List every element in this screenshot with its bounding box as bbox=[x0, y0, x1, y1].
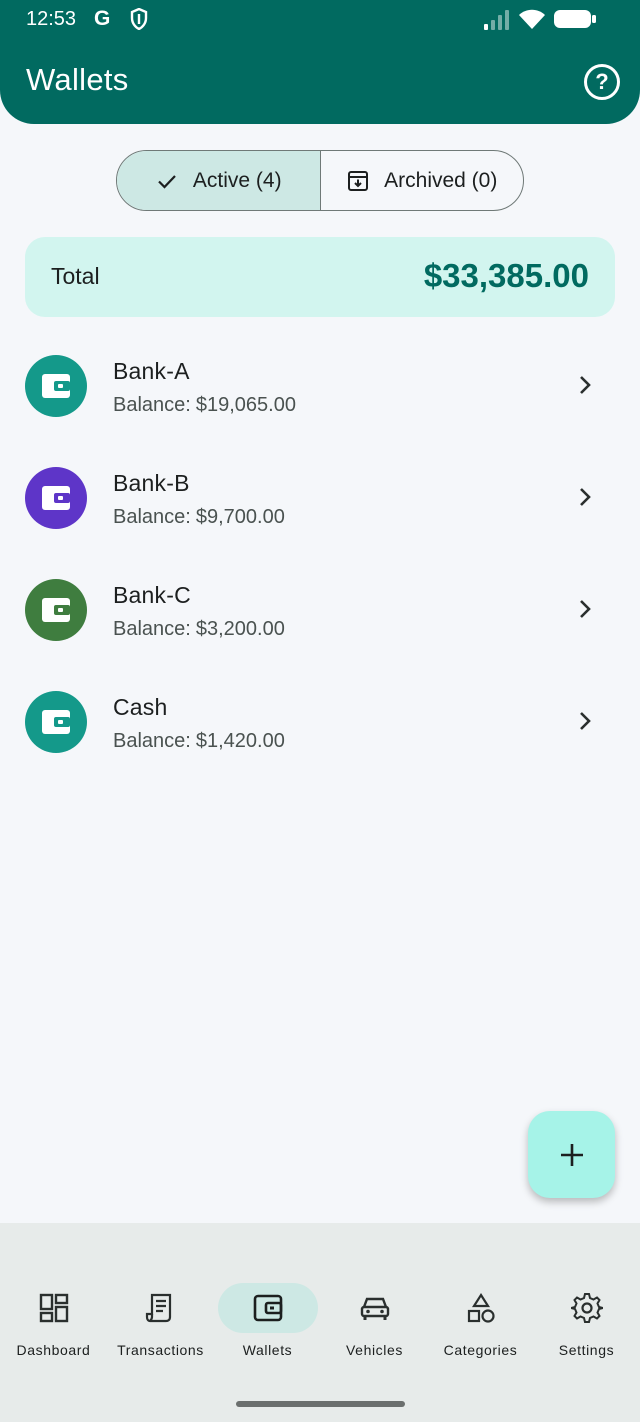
add-icon bbox=[560, 1143, 583, 1166]
wallet-name: Bank-C bbox=[113, 582, 191, 608]
car-icon bbox=[360, 1297, 389, 1320]
wallet-item-bank-b[interactable]: Bank-B Balance: $9,700.00 bbox=[0, 442, 640, 554]
wallet-avatar bbox=[25, 691, 87, 753]
status-bar: 12:53 G bbox=[0, 0, 640, 40]
total-card: Total $33,385.00 bbox=[25, 237, 615, 317]
wallet-item-cash[interactable]: Cash Balance: $1,420.00 bbox=[0, 666, 640, 778]
wallet-avatar bbox=[25, 467, 87, 529]
shapes-icon bbox=[467, 1292, 495, 1323]
nav-active-indicator bbox=[217, 1283, 318, 1333]
archive-icon bbox=[348, 170, 369, 191]
wallet-icon bbox=[42, 710, 70, 734]
check-icon bbox=[158, 174, 176, 189]
signal-icon bbox=[484, 10, 509, 30]
wallet-avatar bbox=[25, 579, 87, 641]
wallet-name: Cash bbox=[113, 694, 168, 720]
nav-item-transactions[interactable]: Transactions bbox=[107, 1283, 214, 1363]
wallet-avatar bbox=[25, 355, 87, 417]
wallet-icon bbox=[42, 486, 70, 510]
home-indicator[interactable] bbox=[236, 1401, 405, 1407]
nav-item-categories[interactable]: Categories bbox=[427, 1283, 534, 1363]
wallet-balance: Balance: $9,700.00 bbox=[113, 506, 285, 528]
nav-label: Wallets bbox=[242, 1342, 293, 1358]
add-wallet-button[interactable] bbox=[528, 1111, 615, 1198]
total-value: $33,385.00 bbox=[423, 257, 589, 294]
wallet-balance: Balance: $1,420.00 bbox=[113, 730, 285, 752]
battery-icon bbox=[554, 10, 596, 28]
nav-label: Settings bbox=[558, 1342, 615, 1358]
wallet-balance: Balance: $3,200.00 bbox=[113, 618, 285, 640]
chevron-right-icon bbox=[580, 600, 591, 618]
nav-label: Dashboard bbox=[16, 1342, 91, 1358]
shield-icon bbox=[130, 8, 148, 30]
wallet-name: Bank-A bbox=[113, 358, 190, 384]
filter-active-button[interactable]: Active (4) bbox=[117, 151, 321, 210]
total-label: Total bbox=[51, 263, 100, 289]
nav-label: Transactions bbox=[117, 1342, 204, 1358]
wallet-balance: Balance: $19,065.00 bbox=[113, 394, 296, 416]
nav-label: Categories bbox=[443, 1342, 518, 1358]
gear-icon bbox=[570, 1293, 603, 1323]
wallet-icon bbox=[42, 374, 70, 398]
filter-archived-button[interactable]: Archived (0) bbox=[321, 151, 524, 210]
dashboard-icon bbox=[39, 1293, 68, 1323]
bottom-navigation: Dashboard Transactions Wallets Vehicles … bbox=[0, 1223, 640, 1422]
wallet-item-bank-a[interactable]: Bank-A Balance: $19,065.00 bbox=[0, 330, 640, 442]
wallet-list: Bank-A Balance: $19,065.00 Bank-B Balance… bbox=[0, 330, 640, 778]
filter-active-label: Active (4) bbox=[192, 168, 282, 192]
nav-item-wallets[interactable]: Wallets bbox=[214, 1283, 321, 1363]
chevron-right-icon bbox=[580, 376, 591, 394]
wallet-icon bbox=[253, 1294, 282, 1322]
google-icon: G bbox=[94, 7, 111, 30]
nav-item-vehicles[interactable]: Vehicles bbox=[321, 1283, 428, 1363]
wallet-icon bbox=[42, 598, 70, 622]
help-icon[interactable]: ? bbox=[584, 64, 620, 100]
wallet-name: Bank-B bbox=[113, 470, 190, 496]
nav-item-settings[interactable]: Settings bbox=[533, 1283, 640, 1363]
wallet-item-bank-c[interactable]: Bank-C Balance: $3,200.00 bbox=[0, 554, 640, 666]
page-title: Wallets bbox=[26, 62, 129, 97]
filter-archived-label: Archived (0) bbox=[384, 168, 498, 192]
app-bar: 12:53 G Wallets ? bbox=[0, 0, 640, 124]
nav-item-dashboard[interactable]: Dashboard bbox=[0, 1283, 107, 1363]
wifi-icon bbox=[519, 9, 545, 29]
nav-label: Vehicles bbox=[346, 1342, 403, 1358]
status-time: 12:53 bbox=[26, 8, 77, 30]
chevron-right-icon bbox=[580, 488, 591, 506]
wallet-filter-segmented: Active (4) Archived (0) bbox=[116, 150, 524, 211]
receipt-icon bbox=[145, 1293, 171, 1323]
chevron-right-icon bbox=[580, 712, 591, 730]
